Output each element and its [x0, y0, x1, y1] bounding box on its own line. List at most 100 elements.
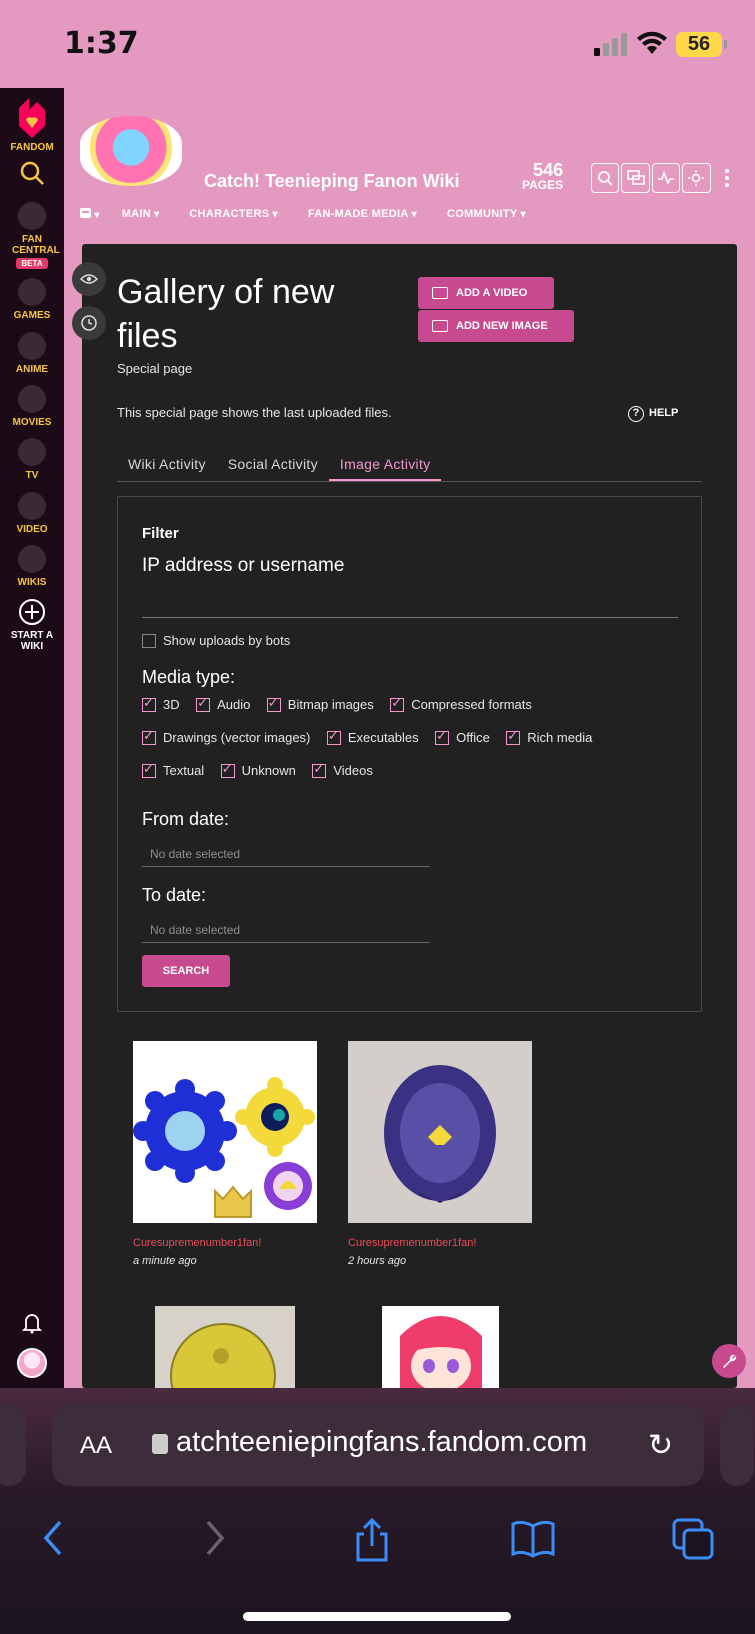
gallery-thumbnail[interactable]	[348, 1041, 532, 1223]
rail-item-anime[interactable]: ANIME	[0, 332, 64, 375]
tab-wiki-activity[interactable]: Wiki Activity	[117, 444, 217, 481]
header-tools	[591, 163, 743, 193]
nav-characters[interactable]: CHARACTERS	[189, 208, 277, 221]
user-avatar[interactable]	[17, 1348, 47, 1378]
theme-toggle-button[interactable]	[682, 163, 711, 193]
media-type-compressed[interactable]: Compressed formats	[390, 695, 532, 712]
media-type-textual[interactable]: Textual	[142, 761, 205, 778]
checkbox-checked[interactable]	[220, 761, 235, 778]
media-type-3d[interactable]: 3D	[142, 695, 180, 712]
checkbox-unchecked[interactable]	[142, 633, 156, 648]
checkbox-label: Textual	[163, 763, 205, 778]
help-button[interactable]: ? HELP	[628, 406, 678, 422]
nav-fan-made-media[interactable]: FAN-MADE MEDIA	[308, 208, 417, 221]
share-icon[interactable]	[352, 1518, 392, 1562]
media-type-audio[interactable]: Audio	[196, 695, 250, 712]
filter-panel: Filter IP address or username Show uploa…	[117, 496, 702, 1012]
tab-image-activity[interactable]: Image Activity	[328, 444, 442, 481]
from-date-input[interactable]: No date selected	[142, 843, 430, 867]
rail-item-tv[interactable]: TV	[0, 438, 64, 481]
fandom-logo-link[interactable]: FANDOM	[0, 96, 64, 153]
more-options-button[interactable]	[713, 163, 741, 193]
address-bar[interactable]: AA atchteeniepingfans.fandom.com ↻	[52, 1404, 704, 1486]
reader-options-button[interactable]: AA	[80, 1432, 112, 1460]
gallery-upload-time: a minute ago	[133, 1255, 197, 1267]
watch-button[interactable]	[72, 262, 106, 296]
back-icon[interactable]	[40, 1518, 66, 1558]
search-button[interactable]: SEARCH	[142, 955, 230, 987]
add-image-button[interactable]: ADD NEW IMAGE	[418, 310, 574, 342]
nav-main[interactable]: MAIN	[122, 208, 160, 221]
filter-title: Filter	[142, 525, 179, 542]
show-bots-checkbox[interactable]: Show uploads by bots	[142, 633, 290, 648]
gallery-thumbnail[interactable]	[155, 1306, 295, 1388]
notifications-bell-icon[interactable]	[22, 1312, 42, 1334]
media-type-executables[interactable]: Executables	[326, 728, 419, 745]
rocket-icon	[18, 202, 46, 230]
media-type-bitmap[interactable]: Bitmap images	[266, 695, 374, 712]
forward-icon[interactable]	[202, 1518, 228, 1558]
to-date-input[interactable]: No date selected	[142, 919, 430, 943]
rail-label-fandom: FANDOM	[10, 142, 54, 153]
nav-explore[interactable]	[80, 208, 100, 221]
tabs-icon[interactable]	[672, 1518, 714, 1560]
media-type-unknown[interactable]: Unknown	[220, 761, 296, 778]
history-button[interactable]	[72, 306, 106, 340]
gamepad-icon	[18, 278, 46, 306]
rail-label-video: VIDEO	[16, 524, 48, 535]
edit-tools-button[interactable]	[712, 1344, 746, 1378]
gallery-uploader-link[interactable]: Curesupremenumber1fan!	[133, 1237, 261, 1249]
checkbox-checked[interactable]	[142, 695, 156, 712]
checkbox-checked[interactable]	[266, 695, 281, 712]
page-count: 546 PAGES	[522, 161, 563, 192]
rail-item-games[interactable]: GAMES	[0, 278, 64, 321]
gallery-thumbnail[interactable]	[382, 1306, 499, 1388]
lock-icon	[152, 1434, 168, 1454]
rail-item-video[interactable]: VIDEO	[0, 492, 64, 535]
reload-icon[interactable]: ↻	[648, 1428, 673, 1463]
search-button[interactable]	[591, 163, 620, 193]
media-type-row: Textual Unknown Videos	[142, 761, 385, 783]
bookmarks-icon[interactable]	[510, 1518, 556, 1558]
rail-item-fan-central[interactable]: FAN CENTRAL BETA	[0, 202, 64, 269]
next-tab-preview[interactable]	[720, 1404, 754, 1486]
gallery-uploader-link[interactable]: Curesupremenumber1fan!	[348, 1237, 476, 1249]
media-type-videos[interactable]: Videos	[312, 761, 373, 778]
wiki-logo[interactable]	[80, 116, 182, 186]
rail-item-start-a-wiki[interactable]: START A WIKI	[0, 598, 64, 652]
rail-item-wikis[interactable]: WIKIS	[0, 545, 64, 588]
rail-item-movies[interactable]: MOVIES	[0, 385, 64, 428]
gallery-thumbnail[interactable]	[133, 1041, 317, 1223]
checkbox-checked[interactable]	[142, 728, 156, 745]
nav-community[interactable]: COMMUNITY	[447, 208, 526, 221]
checkbox-checked[interactable]	[312, 761, 327, 778]
fan-art-image	[155, 1306, 295, 1388]
add-video-button[interactable]: ADD A VIDEO	[418, 277, 554, 309]
rail-search-button[interactable]	[0, 160, 64, 186]
media-type-drawings[interactable]: Drawings (vector images)	[142, 728, 310, 745]
checkbox-checked[interactable]	[196, 695, 211, 712]
ip-username-input[interactable]	[142, 617, 678, 618]
rail-label-anime: ANIME	[15, 364, 49, 375]
discussions-button[interactable]	[621, 163, 650, 193]
anime-face-icon	[18, 332, 46, 360]
tab-social-activity[interactable]: Social Activity	[217, 444, 329, 481]
checkbox-checked[interactable]	[142, 761, 156, 778]
checkbox-checked[interactable]	[326, 728, 341, 745]
media-type-rich-media[interactable]: Rich media	[506, 728, 592, 745]
battery-indicator: 56	[676, 32, 727, 57]
to-date-label: To date:	[142, 885, 207, 905]
wiki-title[interactable]: Catch! Teenieping Fanon Wiki	[204, 171, 460, 192]
add-image-label: ADD NEW IMAGE	[456, 320, 548, 332]
checkbox-checked[interactable]	[435, 728, 450, 745]
checkbox-label: Executables	[347, 730, 419, 745]
checkbox-checked[interactable]	[506, 728, 521, 745]
url-text[interactable]: atchteeniepingfans.fandom.com	[176, 1426, 587, 1459]
checkbox-checked[interactable]	[390, 695, 405, 712]
search-icon	[598, 171, 613, 186]
image-icon	[432, 320, 448, 332]
previous-tab-preview[interactable]	[0, 1404, 26, 1486]
rail-label-wikis: WIKIS	[17, 577, 47, 588]
recent-activity-button[interactable]	[651, 163, 681, 193]
media-type-office[interactable]: Office	[435, 728, 490, 745]
